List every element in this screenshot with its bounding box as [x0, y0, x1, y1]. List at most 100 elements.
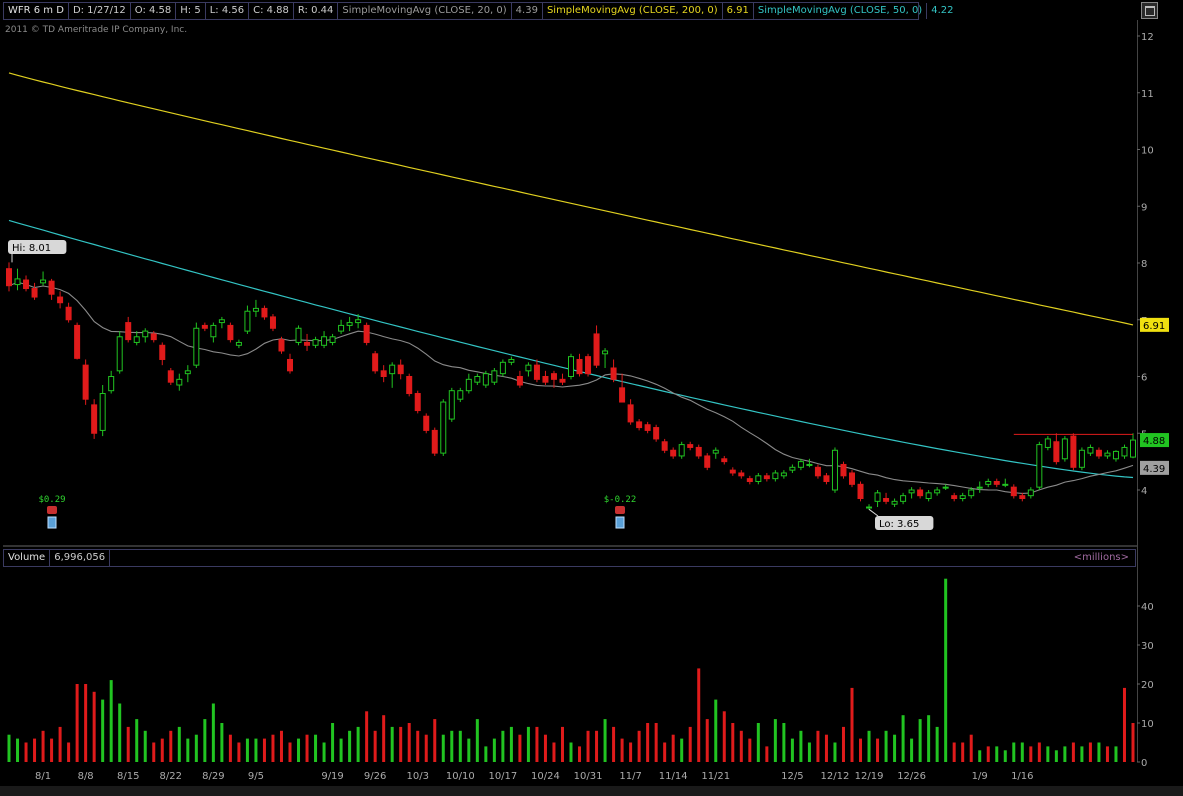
candlestick: [891, 498, 898, 508]
candle-body: [619, 387, 626, 403]
candlestick: [491, 367, 498, 386]
volume-tick-label: 30: [1141, 641, 1154, 652]
volume-bar: [118, 703, 122, 762]
candle-body: [31, 288, 38, 298]
candlestick: [474, 373, 481, 386]
candle-body: [1095, 449, 1102, 457]
candle-body: [48, 280, 55, 295]
volume-bar: [424, 734, 428, 762]
price-volume-chart[interactable]: 4567891011120102030408/18/88/158/228/299…: [0, 0, 1183, 796]
candlestick: [917, 487, 924, 499]
earnings-marker-2-phone-icon: [615, 506, 625, 514]
candle-body: [951, 495, 958, 500]
candle-body: [329, 336, 336, 343]
price-tick-label: 9: [1141, 202, 1147, 213]
volume-bar: [995, 746, 999, 762]
volume-bar: [390, 726, 394, 762]
volume-bar: [288, 742, 292, 762]
candlestick: [6, 262, 12, 292]
candle-body: [712, 449, 719, 454]
candle-body: [269, 316, 276, 329]
candle-body: [525, 364, 532, 372]
earnings-marker-2-doc-icon: [615, 516, 625, 529]
candlestick: [108, 370, 115, 394]
candlestick: [176, 373, 183, 391]
volume-bar: [407, 723, 411, 762]
volume-bar: [578, 746, 582, 762]
candle-body: [1010, 486, 1017, 497]
volume-bar: [697, 668, 701, 762]
candlestick: [1087, 444, 1094, 456]
volume-bar: [535, 726, 539, 762]
candle-body: [57, 296, 64, 304]
candlestick: [729, 467, 736, 476]
candlestick: [823, 472, 830, 485]
candle-body: [831, 449, 838, 491]
volume-bar: [688, 726, 692, 762]
candle-body: [431, 429, 438, 454]
candlestick: [533, 359, 540, 383]
candle-body: [653, 427, 660, 440]
low-callout: Lo: 3.65: [875, 516, 934, 530]
candlestick: [201, 322, 208, 332]
volume-bar: [203, 719, 207, 762]
price-tick-label: 11: [1141, 89, 1154, 100]
candlestick: [993, 478, 1000, 488]
candlestick: [508, 356, 515, 366]
candle-body: [40, 279, 47, 284]
candle-body: [91, 404, 98, 434]
candle-body: [610, 367, 617, 380]
candlestick: [738, 470, 745, 479]
candle-body: [491, 370, 498, 383]
date-tick-label: 10/17: [488, 771, 517, 782]
candle-body: [568, 356, 574, 378]
bottom-toolbar: [0, 786, 1183, 796]
candlestick: [542, 370, 549, 386]
date-tick-label: 8/29: [202, 771, 224, 782]
earnings-marker-2-text: $-0.22: [604, 495, 637, 505]
candlestick: [1036, 441, 1043, 490]
date-tick-label: 12/5: [781, 771, 803, 782]
volume-bar: [850, 687, 854, 762]
candlestick: [457, 387, 464, 403]
earnings-marker-1-doc-icon: [47, 516, 57, 529]
candle-body: [542, 376, 549, 383]
candlestick: [184, 365, 191, 383]
candle-body: [1061, 438, 1068, 460]
volume-bar: [978, 750, 982, 762]
candle-body: [695, 446, 702, 457]
candlestick: [304, 333, 311, 351]
candle-body: [184, 370, 191, 375]
candlestick: [1070, 433, 1077, 471]
candlestick: [82, 359, 89, 405]
volume-bar: [1131, 723, 1135, 762]
candle-body: [1070, 435, 1077, 468]
volume-bar: [646, 723, 650, 762]
volume-bar: [952, 742, 956, 762]
date-tick-label: 10/10: [446, 771, 475, 782]
candle-body: [65, 306, 72, 321]
candle-body: [1087, 446, 1094, 454]
sma200-price-label-text: 6.91: [1143, 321, 1165, 332]
candlestick: [525, 362, 532, 377]
volume-bar: [33, 738, 37, 762]
candle-body: [661, 441, 668, 451]
candle-body: [321, 336, 328, 346]
candlestick: [797, 458, 804, 471]
volume-bar: [220, 723, 224, 762]
date-tick-label: 12/26: [897, 771, 926, 782]
volume-bar: [824, 734, 828, 762]
candle-body: [278, 339, 285, 352]
volume-bar: [92, 691, 96, 762]
candlestick: [261, 305, 268, 320]
date-tick-label: 8/15: [117, 771, 139, 782]
candle-body: [133, 336, 140, 343]
candle-body: [823, 475, 830, 482]
volume-bar: [1071, 742, 1075, 762]
candlestick: [227, 322, 234, 343]
volume-bar: [135, 719, 139, 762]
candle-body: [193, 327, 200, 366]
volume-bar: [228, 734, 232, 762]
date-tick-label: 11/14: [659, 771, 688, 782]
candlestick: [883, 492, 890, 505]
